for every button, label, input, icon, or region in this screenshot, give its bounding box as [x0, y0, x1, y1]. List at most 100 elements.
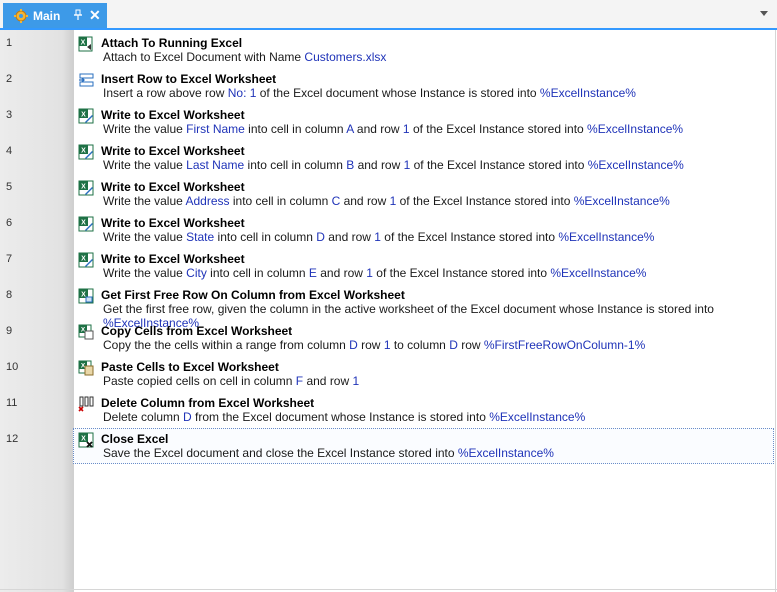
parameter-value: %ExcelInstance%: [587, 158, 684, 172]
action-title: Write to Excel Worksheet: [101, 144, 245, 158]
action-row[interactable]: 5 X Write to Excel Worksheet Write the valu…: [0, 176, 775, 212]
parameter-value: Last Name: [186, 158, 245, 172]
svg-text:X: X: [81, 184, 86, 191]
description-text: Write the value: [103, 194, 186, 208]
parameter-value: D: [449, 338, 458, 352]
parameter-value: 1: [374, 230, 381, 244]
action-row[interactable]: 12 X Close Excel Save the Excel document an…: [0, 428, 775, 464]
action-description: Write the value Last Name into cell in c…: [103, 158, 684, 172]
svg-text:X: X: [81, 112, 86, 119]
description-text: Delete column: [103, 410, 184, 424]
description-text: of the Excel Instance stored into: [409, 122, 588, 136]
excel-write-icon: X: [78, 144, 94, 160]
description-text: Copy the the cells within a range from c…: [103, 338, 350, 352]
action-description: Insert a row above row No: 1 of the Exce…: [103, 86, 636, 100]
parameter-value: D: [316, 230, 325, 244]
description-text: Attach to Excel Document with Name: [103, 50, 305, 64]
parameter-value: C: [331, 194, 341, 208]
description-text: of the Excel document whose Instance is …: [256, 86, 540, 100]
line-number: 10: [6, 361, 19, 373]
description-text: Write the value: [103, 230, 187, 244]
description-text: Paste copied cells on cell in column: [103, 374, 296, 388]
action-row[interactable]: 9 X Copy Cells from Excel Worksheet Copy th…: [0, 320, 775, 356]
action-row[interactable]: 8 X Get First Free Row On Column from Exce…: [0, 284, 775, 330]
parameter-value: %ExcelInstance%: [489, 410, 586, 424]
description-text: and row: [324, 230, 375, 244]
description-text: into cell in column: [244, 158, 347, 172]
action-row[interactable]: 1 X Attach To Running Excel Attach to Excel…: [0, 32, 775, 68]
action-description: Write the value First Name into cell in …: [103, 122, 683, 136]
parameter-value: 1: [352, 374, 360, 388]
excel-copy-icon: X: [78, 324, 94, 340]
line-number: 3: [6, 109, 13, 121]
svg-text:X: X: [81, 148, 86, 155]
close-icon[interactable]: ✕: [89, 7, 101, 23]
parameter-value: 1: [366, 266, 373, 280]
parameter-value: Address: [185, 194, 230, 208]
description-text: and row: [303, 374, 353, 388]
line-number: 12: [6, 433, 19, 445]
description-text: and row: [340, 194, 390, 208]
description-text: row: [457, 338, 484, 352]
tab-label: Main: [33, 8, 61, 23]
description-text: and row: [353, 122, 403, 136]
line-number: 5: [6, 181, 13, 193]
excel-paste-icon: X: [78, 360, 94, 376]
action-description: Attach to Excel Document with Name Custo…: [103, 50, 386, 64]
action-description: Write the value Address into cell in col…: [103, 194, 670, 208]
line-number: 4: [6, 145, 13, 157]
action-title: Delete Column from Excel Worksheet: [101, 396, 315, 410]
description-text: of the Excel Instance stored into: [380, 230, 559, 244]
line-number: 11: [6, 397, 18, 409]
tab-main[interactable]: Main ✕: [3, 3, 107, 28]
pin-icon[interactable]: [73, 9, 83, 21]
action-row[interactable]: 10 X Paste Cells to Excel Worksheet Paste c…: [0, 356, 775, 392]
description-text: and row: [354, 158, 404, 172]
parameter-value: First Name: [186, 122, 245, 136]
svg-text:X: X: [81, 220, 86, 227]
action-row[interactable]: 6 X Write to Excel Worksheet Write the valu…: [0, 212, 775, 248]
line-number: 2: [6, 73, 13, 85]
action-description: Paste copied cells on cell in column F a…: [103, 374, 359, 388]
action-row[interactable]: 4 X Write to Excel Worksheet Write the valu…: [0, 140, 775, 176]
chevron-down-icon[interactable]: [760, 11, 768, 16]
action-row[interactable]: 7 X Write to Excel Worksheet Write the valu…: [0, 248, 775, 284]
parameter-value: %ExcelInstance%: [457, 446, 554, 460]
line-number: 8: [6, 289, 13, 301]
tab-bar: Main ✕: [0, 0, 777, 30]
action-title: Write to Excel Worksheet: [101, 252, 245, 266]
svg-text:X: X: [81, 292, 86, 299]
action-row[interactable]: 11 Delete Column from Excel Worksheet Dele…: [0, 392, 775, 428]
parameter-value: A: [346, 122, 354, 136]
line-number: 9: [6, 325, 13, 337]
parameter-value: 1: [402, 122, 410, 136]
description-text: Write the value: [103, 266, 187, 280]
delete-column-icon: [78, 396, 94, 412]
action-title: Attach To Running Excel: [101, 36, 243, 50]
action-row[interactable]: 3 X Write to Excel Worksheet Write the valu…: [0, 104, 775, 140]
description-text: and row: [316, 266, 367, 280]
action-row[interactable]: 2 Insert Row to Excel Worksheet Insert a r…: [0, 68, 775, 104]
parameter-value: 1: [383, 338, 391, 352]
parameter-value: State: [186, 230, 215, 244]
insert-row-icon: [78, 72, 94, 88]
parameter-value: %ExcelInstance%: [550, 266, 647, 280]
svg-text:X: X: [81, 256, 86, 263]
action-title: Paste Cells to Excel Worksheet: [101, 360, 279, 374]
description-text: of the Excel Instance stored into: [396, 194, 574, 208]
excel-attach-icon: X: [78, 36, 94, 52]
bottom-border: [0, 589, 777, 590]
parameter-value: D: [183, 410, 192, 424]
excel-free-row-icon: X: [78, 288, 94, 304]
description-text: Save the Excel document and close the Ex…: [103, 446, 458, 460]
parameter-value: %ExcelInstance%: [539, 86, 636, 100]
description-text: into cell in column: [244, 122, 347, 136]
line-number: 7: [6, 253, 13, 265]
parameter-value: City: [186, 266, 207, 280]
parameter-value: %FirstFreeRowOnColumn-1%: [483, 338, 646, 352]
description-text: row: [357, 338, 384, 352]
description-text: of the Excel Instance stored into: [372, 266, 551, 280]
action-title: Write to Excel Worksheet: [101, 216, 245, 230]
parameter-value: D: [349, 338, 358, 352]
action-description: Copy the the cells within a range from c…: [103, 338, 645, 352]
